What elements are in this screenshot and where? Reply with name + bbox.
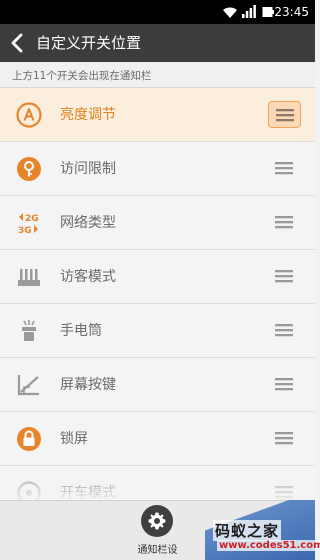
list-item-brightness[interactable]: 亮度调节: [0, 88, 315, 142]
list-item-label: 访问限制: [60, 161, 116, 177]
battery-icon: [262, 7, 274, 17]
list-item-screen-buttons[interactable]: 屏幕按键: [0, 358, 315, 412]
notification-settings-button[interactable]: [141, 505, 173, 537]
list-item-flashlight[interactable]: 手电筒: [0, 304, 315, 358]
drag-handle-icon[interactable]: [274, 160, 294, 176]
drive-mode-icon: [17, 481, 41, 500]
drag-handle-icon[interactable]: [274, 430, 294, 446]
page-title: 自定义开关位置: [36, 34, 142, 52]
status-time: 23:45: [274, 5, 309, 19]
list-item-network-type[interactable]: 2G 3G 网络类型: [0, 196, 315, 250]
bottom-bar: 通知栏设: [0, 500, 315, 560]
list-item-label: 亮度调节: [60, 107, 116, 123]
lock-icon: [17, 427, 41, 451]
svg-text:3G: 3G: [18, 226, 32, 236]
hint-bar: 上方11个开关会出现在通知栏: [0, 62, 315, 88]
access-restriction-icon: [17, 157, 41, 181]
list-item-label: 开车模式: [60, 485, 116, 500]
guest-mode-icon: [18, 269, 40, 286]
screen-buttons-icon: [17, 375, 39, 396]
list-item-label: 手电筒: [60, 323, 102, 339]
gear-icon: [148, 512, 166, 530]
back-arrow-icon[interactable]: [10, 33, 24, 53]
list-item-access-restriction[interactable]: 访问限制: [0, 142, 315, 196]
bottom-label: 通知栏设: [137, 545, 178, 556]
hint-text: 上方11个开关会出现在通知栏: [12, 70, 152, 82]
list-item-guest-mode[interactable]: 访客模式: [0, 250, 315, 304]
header: 自定义开关位置: [0, 24, 315, 62]
list-item-label: 屏幕按键: [60, 377, 116, 393]
flashlight-icon: [22, 320, 36, 341]
drag-handle-icon[interactable]: [274, 484, 294, 500]
network-type-icon: 2G 3G: [18, 213, 39, 236]
drag-handle-icon[interactable]: [274, 214, 294, 230]
wifi-icon: [223, 7, 237, 18]
toggle-list: 亮度调节 访问限制 2G 3G 网络类型 访客模式 手电筒 屏幕按键 锁屏 开车…: [0, 88, 315, 500]
signal-icon: [242, 5, 256, 18]
status-bar: 23:45: [0, 0, 315, 24]
list-item-label: 访客模式: [60, 269, 116, 285]
drag-handle-icon[interactable]: [275, 107, 295, 123]
list-item-label: 网络类型: [60, 215, 116, 231]
drag-handle-icon[interactable]: [274, 322, 294, 338]
list-item-drive-mode[interactable]: 开车模式: [0, 466, 315, 500]
list-item-lock-screen[interactable]: 锁屏: [0, 412, 315, 466]
list-item-label: 锁屏: [60, 431, 88, 447]
drag-handle-icon[interactable]: [274, 268, 294, 284]
drag-handle-icon[interactable]: [274, 376, 294, 392]
svg-text:2G: 2G: [25, 214, 39, 224]
brightness-icon: [16, 102, 42, 128]
